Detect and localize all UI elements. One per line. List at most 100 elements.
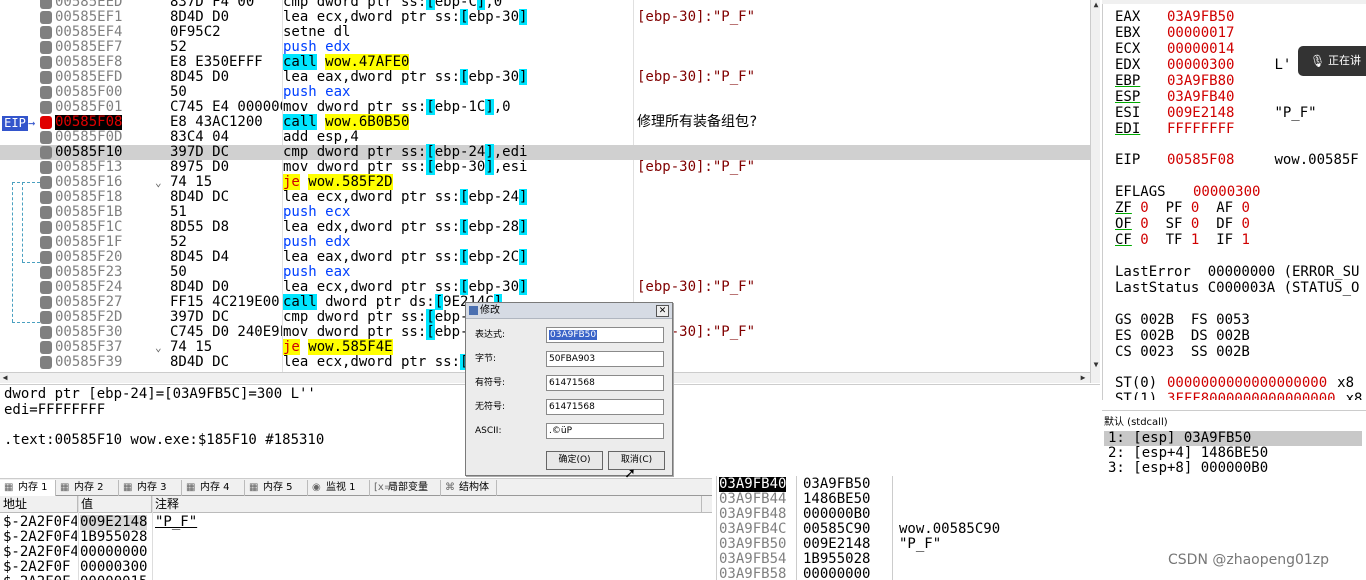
register-row[interactable]: EBP 03A9FB80 <box>1115 74 1234 89</box>
breakpoint-slot-icon[interactable] <box>40 251 52 264</box>
disassembly-row[interactable]: 00585EF7 52 push edx <box>0 40 1090 55</box>
stack-value[interactable]: 000000B0 <box>803 507 870 522</box>
breakpoint-slot-icon[interactable] <box>40 191 52 204</box>
calling-convention-label[interactable]: 默认 (stdcall) <box>1104 413 1168 428</box>
unsigned-input[interactable]: 61471568 <box>546 399 664 415</box>
tab-memory-2[interactable]: ▦ 内存 2 <box>56 480 119 496</box>
tab-memory-1[interactable]: ▦ 内存 1 <box>0 480 56 496</box>
breakpoint-slot-icon[interactable] <box>40 86 52 99</box>
breakpoint-slot-icon[interactable] <box>40 101 52 114</box>
tab-memory-3[interactable]: ▦ 内存 3 <box>119 480 182 496</box>
scroll-down-icon[interactable]: ▼ <box>1091 360 1101 370</box>
stack-value[interactable]: 03A9FB50 <box>803 477 870 492</box>
breakpoint-slot-icon[interactable] <box>40 11 52 24</box>
dialog-close-button[interactable]: ✕ <box>656 305 669 317</box>
breakpoint-slot-icon[interactable] <box>40 71 52 84</box>
breakpoint-slot-icon[interactable] <box>40 311 52 324</box>
disassembly-row[interactable]: 00585F1F 52 push edx <box>0 235 1090 250</box>
register-row[interactable]: ESI 009E2148 "P_F" <box>1115 106 1317 121</box>
disassembly-row[interactable]: 00585F16 ⌄ 74 15 je wow.585F2D <box>0 174 1090 190</box>
breakpoint-slot-icon[interactable] <box>40 281 52 294</box>
disassembly-row[interactable]: 00585F18 8D4D DC lea ecx,dword ptr ss:[ebp… <box>0 189 1090 205</box>
breakpoint-slot-icon[interactable] <box>40 341 52 354</box>
register-row[interactable]: ESP 03A9FB40 <box>1115 90 1234 105</box>
stack-address[interactable]: 03A9FB4C <box>719 522 786 537</box>
ok-button[interactable]: 确定(O) <box>546 451 603 470</box>
register-row[interactable]: ECX 00000014 <box>1115 42 1234 57</box>
memory-dump-pane[interactable]: 地址 值 注释 $-2A2F0F4 009E2148 "P_F" $-2A2F0F4 1… <box>0 496 712 580</box>
call-arg-row[interactable]: 1: [esp] 03A9FB50 <box>1104 431 1362 446</box>
disassembly-row[interactable]: 00585F0D 83C4 04 add esp,4 <box>0 130 1090 145</box>
breakpoint-slot-icon[interactable] <box>40 41 52 54</box>
disassembly-row[interactable]: 00585EF8 E8 E350EFFF call wow.47AFE0 <box>0 54 1090 70</box>
call-arg-row[interactable]: 2: [esp+4] 1486BE50 <box>1108 446 1268 461</box>
breakpoint-slot-icon[interactable] <box>40 266 52 279</box>
disassembly-row[interactable]: 00585F23 50 push eax <box>0 265 1090 280</box>
disassembly-row[interactable]: 00585F13 8975 D0 mov dword ptr ss:[ebp-30]… <box>0 159 1090 175</box>
dump-value[interactable]: 00000300 <box>80 560 147 575</box>
breakpoint-slot-icon[interactable] <box>40 221 52 234</box>
call-arg-row[interactable]: 3: [esp+8] 000000B0 <box>1108 461 1268 476</box>
dump-header-comment[interactable]: 注释 <box>152 496 702 513</box>
disassembly-row[interactable]: 00585EFD 8D45 D0 lea eax,dword ptr ss:[ebp… <box>0 69 1090 85</box>
dump-value[interactable]: 1B955028 <box>80 530 147 545</box>
dump-address[interactable]: $-2A2F0F <box>3 575 77 580</box>
stack-address[interactable]: 03A9FB54 <box>719 552 786 567</box>
breakpoint-slot-icon[interactable] <box>40 131 52 144</box>
disassembly-row[interactable]: 00585F1B 51 push ecx <box>0 205 1090 220</box>
breakpoint-slot-icon[interactable] <box>40 356 52 369</box>
dump-address[interactable]: $-2A2F0F <box>3 560 77 575</box>
stack-address[interactable]: 03A9FB40 <box>719 477 787 492</box>
expression-input[interactable]: 03A9FB50 <box>546 327 664 343</box>
eflags-row[interactable]: EFLAGS 00000300 <box>1115 185 1260 200</box>
stack-address[interactable]: 03A9FB58 <box>719 567 786 580</box>
bytes-input[interactable]: 50FBA903 <box>546 351 664 367</box>
stack-value[interactable]: 1486BE50 <box>803 492 870 507</box>
fpu-register-row[interactable]: ST(1) 3FFF8000000000000000 x8 <box>1115 392 1362 401</box>
breakpoint-slot-icon[interactable] <box>40 161 52 174</box>
disassembly-row[interactable]: 00585F1C 8D55 D8 lea edx,dword ptr ss:[ebp… <box>0 219 1090 235</box>
disassembly-row[interactable]: 00585EED 837D F4 00 cmp dword ptr ss:[ebp-… <box>0 0 1090 10</box>
stack-value[interactable]: 009E2148 <box>803 537 870 552</box>
tab-watch-1[interactable]: ◉ 监视 1 <box>308 480 370 496</box>
register-row[interactable]: EBX 00000017 <box>1115 26 1234 41</box>
breakpoint-slot-icon[interactable] <box>40 0 52 9</box>
dialog-title-bar[interactable]: 修改 ✕ <box>466 303 672 319</box>
disassembly-row[interactable]: 00585F08 E8 43AC1200 call wow.6B0B50 修理所有装备… <box>0 114 1090 130</box>
disassembly-row[interactable]: 00585F24 8D4D D0 lea ecx,dword ptr ss:[ebp… <box>0 279 1090 295</box>
dump-address[interactable]: $-2A2F0F4 <box>3 515 77 530</box>
disassembly-row[interactable]: 00585EF4 0F95C2 setne dl <box>0 25 1090 40</box>
breakpoint-slot-icon[interactable] <box>40 146 52 159</box>
dump-value[interactable]: 00000015 <box>80 575 147 580</box>
stack-value[interactable]: 00000000 <box>803 567 870 580</box>
call-stack-args-pane[interactable]: 默认 (stdcall) 1: [esp] 03A9FB50 2: [esp+4]… <box>1102 410 1366 476</box>
breakpoint-slot-icon[interactable] <box>40 326 52 339</box>
register-row[interactable]: EAX 03A9FB50 <box>1115 10 1234 25</box>
dump-header-address[interactable]: 地址 <box>0 496 78 513</box>
breakpoint-slot-icon[interactable] <box>40 206 52 219</box>
stack-value[interactable]: 00585C90 <box>803 522 870 537</box>
cancel-button[interactable]: 取消(C) <box>608 451 665 470</box>
breakpoint-active-icon[interactable] <box>40 116 52 129</box>
stack-value[interactable]: 1B955028 <box>803 552 870 567</box>
stack-address[interactable]: 03A9FB48 <box>719 507 786 522</box>
dump-address[interactable]: $-2A2F0F4 <box>3 530 77 545</box>
breakpoint-slot-icon[interactable] <box>40 236 52 249</box>
disassembly-row[interactable]: 00585F20 8D45 D4 lea eax,dword ptr ss:[ebp… <box>0 249 1090 265</box>
dump-header-value[interactable]: 值 <box>78 496 152 513</box>
modify-dialog[interactable]: 修改 ✕ 表达式: 03A9FB50 字节: 50FBA903 有符号: 61471568… <box>465 302 673 476</box>
scroll-left-icon[interactable]: ◀ <box>0 373 10 383</box>
disassembly-vertical-scrollbar[interactable]: ▲ ▼ <box>1090 0 1100 383</box>
stack-address[interactable]: 03A9FB50 <box>719 537 786 552</box>
signed-input[interactable]: 61471568 <box>546 375 664 391</box>
breakpoint-slot-icon[interactable] <box>40 26 52 39</box>
scroll-up-icon[interactable]: ▲ <box>1091 0 1101 10</box>
tab-memory-4[interactable]: ▦ 内存 4 <box>182 480 245 496</box>
breakpoint-slot-icon[interactable] <box>40 296 52 309</box>
tab-locals[interactable]: [x=] 局部变量 <box>370 480 441 496</box>
disassembly-row[interactable]: 00585F00 50 push eax <box>0 85 1090 100</box>
dump-value[interactable]: 00000000 <box>80 545 147 560</box>
fpu-register-row[interactable]: ST(0) 0000000000000000000 x8 <box>1115 376 1354 391</box>
register-row[interactable]: EDI FFFFFFFF <box>1115 122 1234 137</box>
disassembly-row[interactable]: 00585F01 C745 E4 00000000mov dword ptr ss… <box>0 99 1090 115</box>
